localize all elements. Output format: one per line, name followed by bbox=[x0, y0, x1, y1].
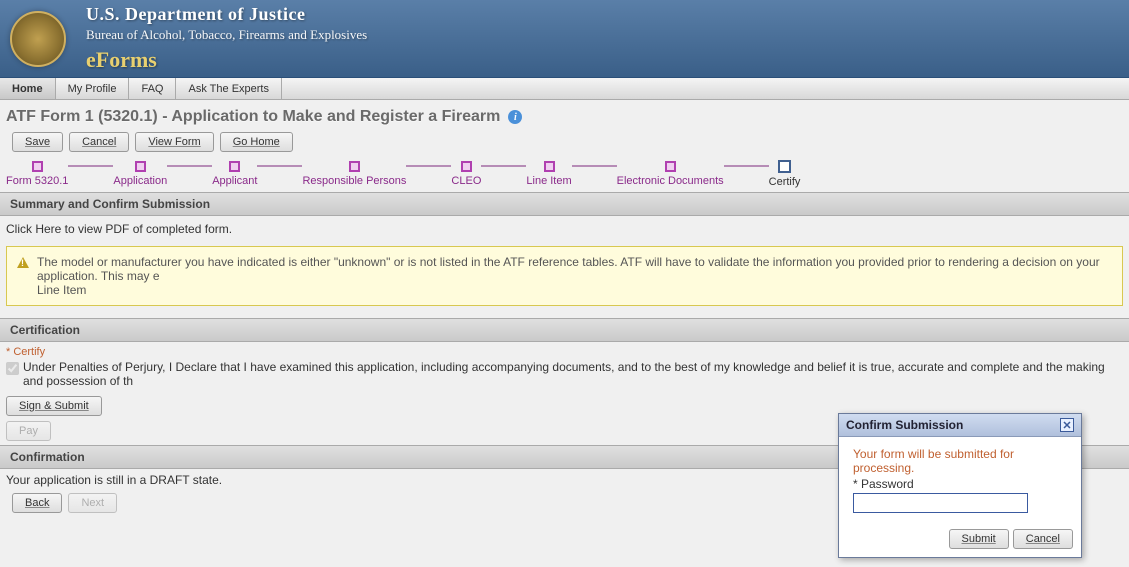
info-icon[interactable]: i bbox=[508, 110, 522, 124]
view-form-button[interactable]: View Form bbox=[135, 132, 213, 152]
certify-checkbox[interactable] bbox=[6, 362, 19, 375]
certification-section-head: Certification bbox=[0, 318, 1129, 342]
wizard-step-application[interactable]: Application bbox=[113, 161, 167, 187]
page-title-row: ATF Form 1 (5320.1) - Application to Mak… bbox=[0, 100, 1129, 130]
pdf-link[interactable]: Click Here to view PDF of completed form… bbox=[6, 220, 1123, 242]
doj-seal-icon bbox=[10, 11, 66, 67]
sign-submit-button[interactable]: Sign & Submit bbox=[6, 396, 102, 416]
save-button[interactable]: Save bbox=[12, 132, 63, 152]
header-band: U.S. Department of Justice Bureau of Alc… bbox=[0, 0, 1129, 78]
main-tabs: Home My Profile FAQ Ask The Experts bbox=[0, 78, 1129, 100]
pay-button: Pay bbox=[6, 421, 51, 441]
header-text: U.S. Department of Justice Bureau of Alc… bbox=[86, 4, 367, 73]
certify-field-label: * Certify bbox=[6, 346, 1123, 358]
next-button: Next bbox=[68, 493, 117, 513]
dialog-submit-button[interactable]: Submit bbox=[949, 529, 1009, 549]
brand-title: eForms bbox=[86, 47, 367, 73]
warning-box: The model or manufacturer you have indic… bbox=[6, 246, 1123, 306]
wizard-step-form[interactable]: Form 5320.1 bbox=[6, 161, 68, 187]
wizard-step-electronic-documents[interactable]: Electronic Documents bbox=[617, 161, 724, 187]
main-toolbar: Save Cancel View Form Go Home bbox=[0, 130, 1129, 160]
warning-text-line1: The model or manufacturer you have indic… bbox=[37, 255, 1100, 283]
dialog-titlebar: Confirm Submission ✕ bbox=[839, 414, 1081, 437]
tab-my-profile[interactable]: My Profile bbox=[56, 78, 130, 99]
cancel-button[interactable]: Cancel bbox=[69, 132, 129, 152]
bureau-title: Bureau of Alcohol, Tobacco, Firearms and… bbox=[86, 27, 367, 43]
tab-ask-experts[interactable]: Ask The Experts bbox=[176, 78, 282, 99]
warning-icon bbox=[17, 257, 29, 268]
wizard-step-cleo[interactable]: CLEO bbox=[451, 161, 481, 187]
wizard-step-applicant[interactable]: Applicant bbox=[212, 161, 257, 187]
dialog-close-button[interactable]: ✕ bbox=[1060, 418, 1074, 432]
go-home-button[interactable]: Go Home bbox=[220, 132, 293, 152]
dialog-message: Your form will be submitted for processi… bbox=[853, 447, 1067, 475]
wizard-step-certify: Certify bbox=[769, 160, 801, 188]
dialog-cancel-button[interactable]: Cancel bbox=[1013, 529, 1073, 549]
wizard-step-responsible-persons[interactable]: Responsible Persons bbox=[302, 161, 406, 187]
dialog-title-text: Confirm Submission bbox=[846, 418, 963, 432]
dialog-password-input[interactable] bbox=[853, 493, 1028, 513]
dialog-password-label: * Password bbox=[853, 477, 1067, 491]
warning-text-line2: Line Item bbox=[37, 283, 86, 297]
summary-section-body: Click Here to view PDF of completed form… bbox=[0, 216, 1129, 318]
tab-faq[interactable]: FAQ bbox=[129, 78, 176, 99]
back-button[interactable]: Back bbox=[12, 493, 62, 513]
certify-text: Under Penalties of Perjury, I Declare th… bbox=[23, 360, 1123, 388]
summary-section-head: Summary and Confirm Submission bbox=[0, 192, 1129, 216]
wizard-steps: Form 5320.1 Application Applicant Respon… bbox=[0, 160, 1129, 192]
page-title: ATF Form 1 (5320.1) - Application to Mak… bbox=[6, 108, 500, 126]
confirm-submission-dialog: Confirm Submission ✕ Your form will be s… bbox=[838, 413, 1082, 558]
tab-home[interactable]: Home bbox=[0, 78, 56, 99]
dept-title: U.S. Department of Justice bbox=[86, 4, 367, 25]
wizard-step-line-item[interactable]: Line Item bbox=[526, 161, 571, 187]
